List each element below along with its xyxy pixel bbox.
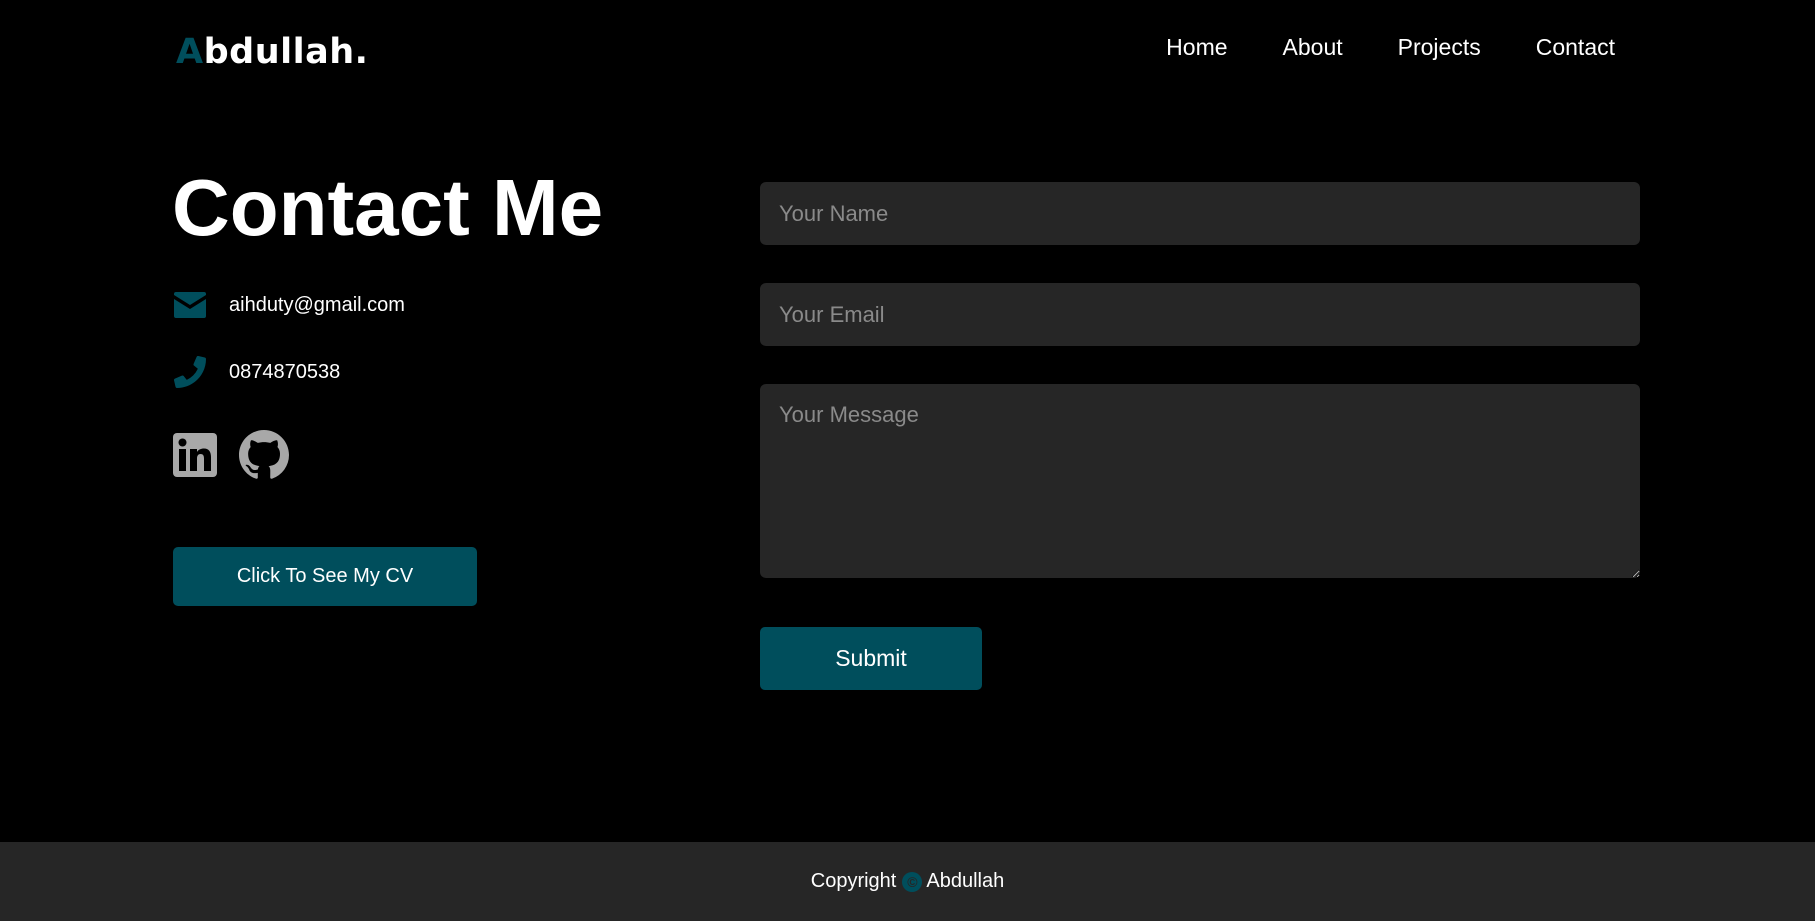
view-cv-button[interactable]: Click To See My CV (173, 547, 477, 606)
github-icon[interactable] (239, 430, 289, 485)
email-address: aihduty@gmail.com (229, 294, 405, 316)
nav-projects-link[interactable]: Projects (1398, 32, 1481, 62)
nav-home-link[interactable]: Home (1166, 32, 1227, 62)
nav-contact-link[interactable]: Contact (1536, 32, 1615, 62)
linkedin-icon[interactable] (173, 433, 217, 482)
message-textarea[interactable] (760, 384, 1640, 578)
main-nav: Home About Projects Contact (1166, 32, 1615, 62)
logo-text: bdullah. (203, 32, 369, 72)
site-footer: Copyright © Abdullah (0, 842, 1815, 921)
copyright-icon: © (902, 871, 923, 892)
phone-row: 0874870538 (173, 355, 340, 389)
site-header: Abdullah. Home About Projects Contact (0, 0, 1815, 100)
submit-button[interactable]: Submit (760, 627, 982, 690)
phone-number: 0874870538 (229, 361, 341, 383)
name-input[interactable] (760, 182, 1640, 245)
logo-accent-letter: A (176, 32, 204, 72)
social-links (173, 430, 289, 485)
logo[interactable]: Abdullah. (176, 30, 368, 74)
nav-about-link[interactable]: About (1283, 32, 1343, 62)
copyright-label: Copyright (810, 870, 897, 892)
envelope-icon (173, 288, 207, 322)
page-title: Contact Me (172, 163, 604, 252)
email-input[interactable] (760, 283, 1640, 346)
email-row: aihduty@gmail.com (173, 288, 405, 322)
phone-icon (173, 355, 207, 389)
copyright-owner: Abdullah (926, 870, 1005, 892)
